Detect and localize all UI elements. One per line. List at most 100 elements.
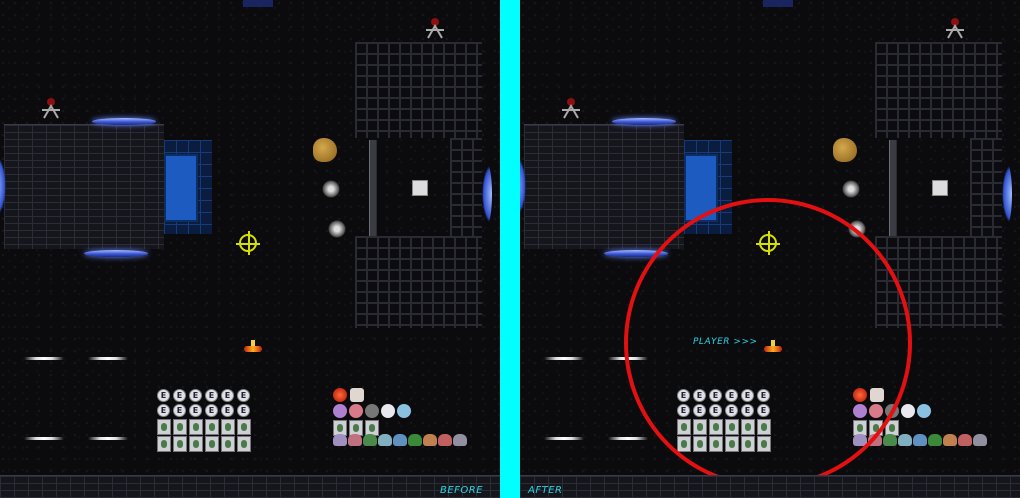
asteroid-icon (833, 138, 857, 162)
vial-row (157, 419, 251, 435)
panel-divider (500, 0, 520, 498)
powerup-row (333, 388, 364, 402)
vial-icon (173, 419, 187, 435)
after-label: AFTER (528, 485, 563, 496)
vial-icon (173, 436, 187, 452)
vial-icon (205, 436, 219, 452)
creature-icon (958, 434, 972, 446)
block-tower-top (875, 42, 1002, 138)
powerup-orb-icon (397, 404, 411, 418)
powerup-orb-icon (333, 388, 347, 402)
highlight-ring (624, 198, 912, 488)
energy-badge-icon: E (189, 404, 202, 417)
creature-icon (423, 434, 437, 446)
energy-badge-icon: E (189, 389, 202, 402)
wing-platform (88, 357, 128, 360)
spiked-mine-icon (328, 220, 346, 238)
target-reticle-icon (236, 231, 260, 255)
floor (520, 475, 1020, 498)
powerup-orb-icon (350, 388, 364, 402)
wing-platform (24, 357, 64, 360)
skull-sign-icon (932, 180, 948, 196)
creature-icon (973, 434, 987, 446)
vial-icon (157, 419, 171, 435)
vial-icon (205, 419, 219, 435)
vial-icon (221, 419, 235, 435)
powerup-orb-icon (381, 404, 395, 418)
top-gate (243, 0, 273, 7)
powerup-orb-icon (917, 404, 931, 418)
skull-sign-icon (412, 180, 428, 196)
creature-icon (898, 434, 912, 446)
energy-badge-icon: E (173, 389, 186, 402)
creature-icon (333, 434, 347, 446)
creature-icon (913, 434, 927, 446)
powerup-row (333, 404, 411, 418)
spiked-mine-icon (322, 180, 340, 198)
creature-icon (378, 434, 392, 446)
powerup-orb-icon (349, 404, 363, 418)
wing-platform (544, 437, 584, 440)
energy-badge-icon: E (157, 389, 170, 402)
creature-icon (393, 434, 407, 446)
top-gate (763, 0, 793, 7)
vial-icon (221, 436, 235, 452)
brick-wall (4, 124, 164, 249)
player-ship-icon (244, 346, 262, 352)
vial-icon (237, 436, 251, 452)
creature-icon (453, 434, 467, 446)
spiked-mine-icon (842, 180, 860, 198)
wing-platform (88, 437, 128, 440)
panel-after: PLAYER >>> E E E E E E E E E E E E AFTER (520, 0, 1020, 498)
water-pool (164, 154, 198, 222)
energy-badge-icon: E (237, 404, 250, 417)
sentry-turret-icon (946, 18, 964, 39)
wing-platform (24, 437, 64, 440)
block-tower-bottom (355, 236, 482, 328)
energy-badge-row: E E E E E E (157, 389, 250, 402)
sentry-turret-icon (426, 18, 444, 39)
vial-icon (157, 436, 171, 452)
vial-icon (189, 419, 203, 435)
blue-arc-right (482, 164, 492, 224)
energy-badge-icon: E (237, 389, 250, 402)
asteroid-icon (313, 138, 337, 162)
creature-icon (408, 434, 422, 446)
creature-icon (928, 434, 942, 446)
brick-wall (524, 124, 684, 249)
vial-row (157, 436, 251, 452)
energy-badge-icon: E (173, 404, 186, 417)
blue-platform-top (612, 118, 676, 125)
vial-icon (189, 436, 203, 452)
block-tower-side (970, 138, 1002, 236)
sliding-door (889, 140, 897, 236)
energy-badge-icon: E (205, 389, 218, 402)
energy-badge-icon: E (221, 389, 234, 402)
blue-platform-top (92, 118, 156, 125)
creature-icon (943, 434, 957, 446)
sentry-turret-icon (42, 98, 60, 119)
powerup-orb-icon (365, 404, 379, 418)
powerup-orb-icon (333, 404, 347, 418)
panel-before: E E E E E E E E E E E E BEFORE (0, 0, 500, 498)
energy-badge-icon: E (157, 404, 170, 417)
creature-row (333, 434, 467, 446)
block-tower-top (355, 42, 482, 138)
wing-platform (608, 437, 648, 440)
sliding-door (369, 140, 377, 236)
creature-icon (348, 434, 362, 446)
energy-badge-icon: E (221, 404, 234, 417)
creature-icon (438, 434, 452, 446)
energy-badge-icon: E (205, 404, 218, 417)
blue-arc-right (1002, 164, 1012, 224)
creature-icon (883, 434, 897, 446)
wing-platform (544, 357, 584, 360)
vial-icon (237, 419, 251, 435)
block-tower-side (450, 138, 482, 236)
sentry-turret-icon (562, 98, 580, 119)
blue-platform-bottom (84, 250, 148, 257)
before-label: BEFORE (440, 485, 484, 496)
energy-badge-row: E E E E E E (157, 404, 250, 417)
creature-icon (363, 434, 377, 446)
floor (0, 475, 500, 498)
